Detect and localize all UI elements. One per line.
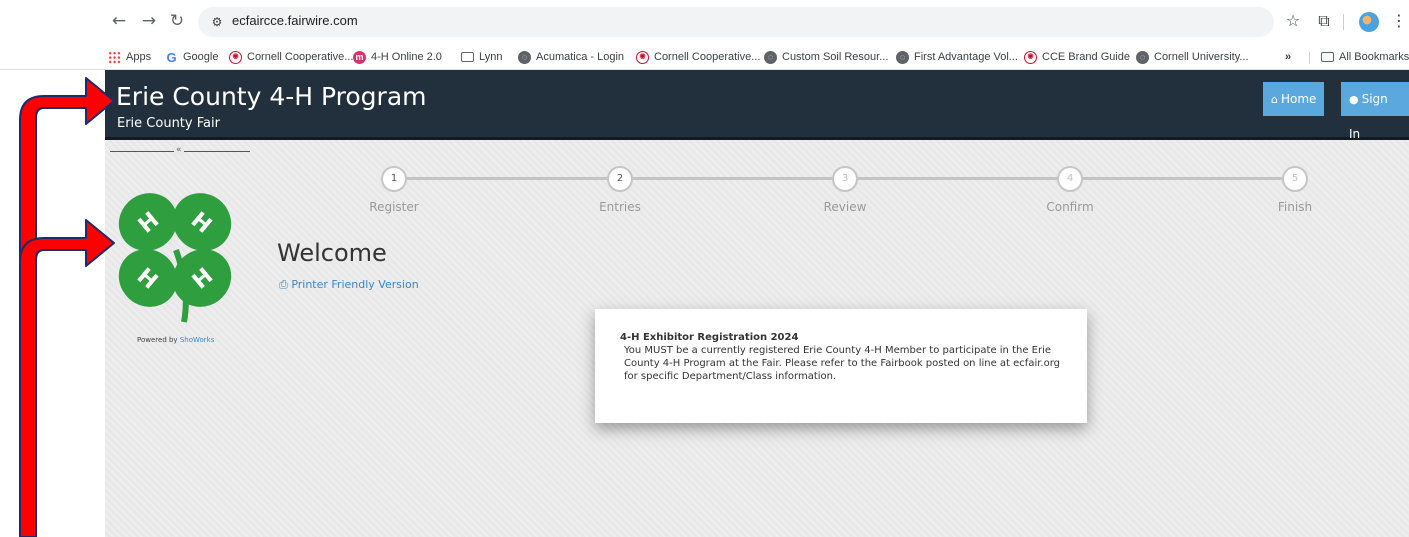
bookmark-cornell-coop-2[interactable]: ◉ Cornell Cooperative... xyxy=(636,49,760,65)
bookmark-cornell-univ[interactable]: ◌ Cornell University... xyxy=(1136,49,1249,65)
sign-in-button[interactable]: ● Sign In xyxy=(1341,82,1409,141)
notice-body: You MUST be a currently registered Erie … xyxy=(624,345,1061,382)
bookmarks-bar: Apps G Google ◉ Cornell Cooperative... m 4-… xyxy=(0,44,1409,70)
browser-toolbar: ← → ↻ ⚙ ecfaircce.fairwire.com ☆ ⧉ ⋮ xyxy=(0,0,1409,44)
all-bookmarks[interactable]: All Bookmarks xyxy=(1321,49,1409,65)
bookmark-cornell-coop-1[interactable]: ◉ Cornell Cooperative... xyxy=(229,49,353,65)
printer-icon: ⎙ xyxy=(279,278,288,291)
bookmarks-divider xyxy=(1309,52,1310,64)
printer-friendly-link[interactable]: ⎙ Printer Friendly Version xyxy=(279,278,419,292)
toolbar-divider xyxy=(1343,14,1344,30)
step-register: 1 Register xyxy=(344,166,444,214)
bookmark-lynn[interactable]: Lynn xyxy=(461,49,502,65)
notice-title: 4-H Exhibitor Registration 2024 xyxy=(620,332,799,343)
reload-icon[interactable]: ↻ xyxy=(166,10,188,32)
address-bar[interactable]: ⚙ ecfaircce.fairwire.com xyxy=(198,7,1274,37)
powered-by: Powered by ShoWorks xyxy=(137,336,215,344)
folder-icon xyxy=(1321,52,1334,62)
bookmark-google[interactable]: G Google xyxy=(165,49,218,65)
registration-notice: 4-H Exhibitor Registration 2024 You MUST… xyxy=(595,309,1087,423)
bookmark-cce-brand[interactable]: ◉ CCE Brand Guide xyxy=(1024,49,1130,65)
bookmark-4h-online[interactable]: m 4-H Online 2.0 xyxy=(353,49,442,65)
globe-icon: ◌ xyxy=(764,50,777,64)
step-review: 3 Review xyxy=(795,166,895,214)
globe-icon: ◌ xyxy=(896,50,909,64)
showorks-link[interactable]: ShoWorks xyxy=(180,336,215,344)
menu-kebab-icon[interactable]: ⋮ xyxy=(1388,10,1409,32)
site-subtitle: Erie County Fair xyxy=(117,116,220,131)
cce-icon: ◉ xyxy=(229,50,242,64)
collapse-toggle[interactable]: « xyxy=(174,145,184,155)
home-button[interactable]: ⌂ Home xyxy=(1263,82,1325,116)
bookmark-custom-soil[interactable]: ◌ Custom Soil Resour... xyxy=(764,49,888,65)
4h-clover-logo: H H H H xyxy=(118,193,232,323)
cce-icon: ◉ xyxy=(1024,50,1037,64)
cce-icon: ◉ xyxy=(636,50,649,64)
step-entries: 2 Entries xyxy=(570,166,670,214)
site-settings-icon[interactable]: ⚙ xyxy=(208,13,226,31)
user-icon: ● xyxy=(1349,93,1359,106)
globe-icon: ◌ xyxy=(518,50,531,64)
page-content: Erie County 4-H Program Erie County Fair… xyxy=(105,70,1409,537)
google-icon: G xyxy=(166,49,177,65)
bookmark-apps[interactable]: Apps xyxy=(108,49,151,65)
home-icon: ⌂ xyxy=(1271,93,1278,106)
apps-grid-icon xyxy=(108,50,121,64)
globe-icon: ◌ xyxy=(1136,50,1149,64)
forward-arrow-icon[interactable]: → xyxy=(138,10,160,32)
arrow-to-header xyxy=(19,77,115,537)
site-header: Erie County 4-H Program Erie County Fair… xyxy=(105,70,1409,141)
folder-icon xyxy=(461,52,474,62)
bookmark-first-advantage[interactable]: ◌ First Advantage Vol... xyxy=(896,49,1018,65)
arrow-to-logo xyxy=(19,219,115,537)
step-confirm: 4 Confirm xyxy=(1020,166,1120,214)
step-finish: 5 Finish xyxy=(1245,166,1345,214)
site-title: Erie County 4-H Program xyxy=(116,82,427,111)
bookmarks-overflow[interactable]: » xyxy=(1285,49,1291,65)
back-arrow-icon[interactable]: ← xyxy=(108,10,130,32)
extensions-icon[interactable]: ⧉ xyxy=(1313,10,1335,32)
page-heading: Welcome xyxy=(277,239,387,267)
url-text: ecfaircce.fairwire.com xyxy=(232,13,358,28)
4h-online-icon: m xyxy=(353,50,366,64)
bookmark-acumatica[interactable]: ◌ Acumatica - Login xyxy=(518,49,624,65)
profile-avatar[interactable] xyxy=(1359,12,1379,32)
bookmark-star-icon[interactable]: ☆ xyxy=(1282,10,1304,32)
